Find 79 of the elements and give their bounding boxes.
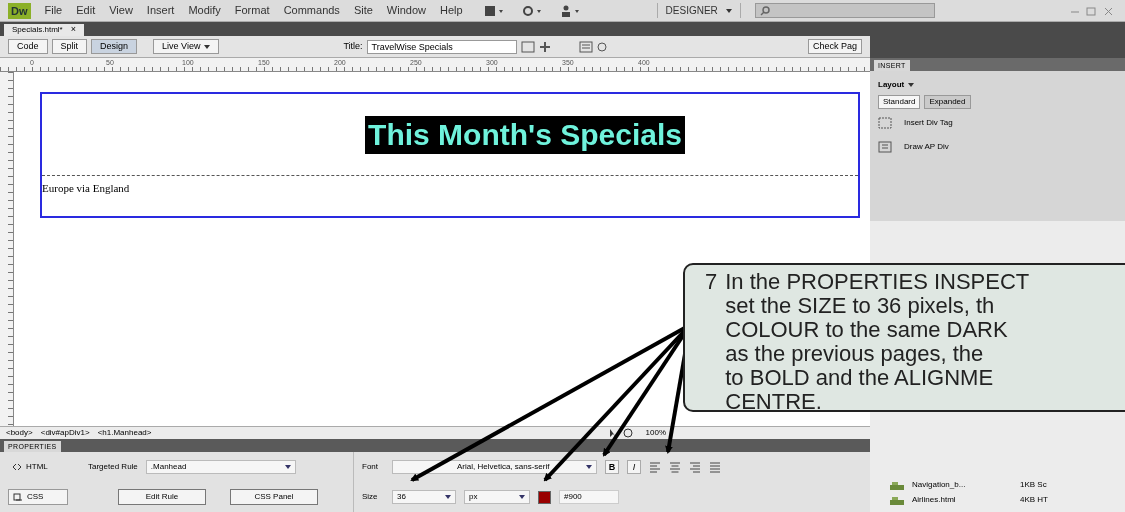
callout-text: to BOLD and the ALIGNME (725, 366, 995, 390)
caret-icon (586, 465, 592, 469)
document-icon (578, 40, 593, 53)
targeted-rule-dropdown[interactable]: .Manhead (145, 460, 296, 474)
caret-icon (908, 83, 915, 87)
ap-div-icon (878, 141, 892, 153)
tab-label[interactable]: Specials.html* (12, 24, 63, 36)
color-swatch[interactable] (538, 490, 551, 504)
mode-button[interactable]: CSS (8, 489, 68, 505)
css-icon (13, 493, 23, 501)
menu-item[interactable]: Window (386, 2, 426, 19)
file-icon (890, 495, 904, 505)
preview-icon (520, 40, 535, 53)
title-field[interactable]: TravelWise Specials (366, 39, 517, 54)
menu-item[interactable]: Commands (283, 2, 340, 19)
menu-item[interactable]: File (44, 2, 63, 19)
workspace-dropdown[interactable]: DESIGNER (656, 3, 741, 18)
insert-item[interactable]: Insert Div Tag (878, 113, 1117, 133)
css-panel-button[interactable]: CSS Panel (230, 489, 318, 505)
italic-button[interactable]: I (627, 460, 641, 474)
tag-selector[interactable]: <div#apDiv1> (38, 427, 92, 439)
align-center-icon (669, 460, 681, 474)
step-number: 7 (705, 270, 718, 296)
caret-icon (284, 465, 291, 469)
view-button[interactable]: Design (91, 39, 138, 54)
field-label: Size (362, 491, 379, 503)
callout-text: set the SIZE to 36 pixels, th (725, 294, 996, 318)
unit-dropdown[interactable]: px (464, 490, 530, 504)
check-page-button[interactable]: Check Pag (807, 39, 862, 54)
menu-item[interactable]: View (109, 2, 133, 19)
mode-tab[interactable]: Standard (878, 95, 921, 109)
menu-item[interactable]: Modify (188, 2, 221, 19)
search-icon (759, 5, 770, 16)
div-tag-icon (878, 117, 892, 129)
menu-item[interactable]: Insert (146, 2, 175, 19)
align-left-icon (649, 460, 661, 474)
size-field[interactable]: 36 (392, 490, 456, 504)
file-row[interactable]: Airlines.html 4KB HT (890, 494, 1125, 506)
page-heading: This Month's Specials (365, 115, 685, 154)
insert-item[interactable]: Draw AP Div (878, 137, 1117, 157)
caret-icon (445, 495, 451, 499)
caret-icon (519, 495, 525, 499)
live-view-button[interactable]: Live View (153, 39, 220, 54)
caret-icon (725, 8, 732, 13)
tag-selector[interactable]: <body> (4, 427, 35, 439)
menu-item[interactable]: Site (353, 2, 373, 19)
color-field[interactable]: #900 (559, 490, 619, 504)
view-button[interactable]: Split (51, 39, 88, 54)
bold-button[interactable]: B (605, 460, 619, 474)
menu-item[interactable]: Help (439, 2, 463, 19)
callout-text: COLOUR to the same DARK (725, 318, 1009, 342)
code-icon (12, 463, 22, 471)
menu-item[interactable]: Format (234, 2, 270, 19)
title-label: Title: (343, 39, 363, 53)
mode-tab[interactable]: Expanded (924, 95, 971, 109)
edit-rule-button[interactable]: Edit Rule (118, 489, 206, 505)
zoom-level[interactable]: 100% (645, 427, 666, 439)
field-label: Font (362, 461, 379, 473)
plus-icon (538, 40, 551, 53)
document-tab[interactable]: Specials.html* × (4, 24, 84, 36)
close-button[interactable]: × (70, 23, 76, 37)
callout-text: as the previous pages, the (725, 342, 985, 366)
category-dropdown[interactable]: Layout (878, 79, 915, 91)
mode-button[interactable]: HTML (8, 459, 68, 475)
tag-selector[interactable]: <h1.Manhead> (95, 427, 154, 439)
field-label: Targeted Rule (88, 461, 138, 473)
callout-text: CENTRE. (725, 390, 823, 414)
caret-icon (204, 44, 211, 49)
callout-text: In the PROPERTIES INSPECT (725, 270, 1030, 294)
view-button[interactable]: Code (8, 39, 48, 54)
font-dropdown[interactable]: Arial, Helvetica, sans-serif (392, 460, 597, 474)
app-logo: Dw (8, 2, 31, 19)
align-right-icon (689, 460, 701, 474)
file-icon (890, 480, 904, 490)
file-row[interactable]: Navigation_b... 1KB Sc (890, 479, 1125, 491)
menu-item[interactable]: Edit (76, 2, 96, 19)
search-field[interactable] (754, 3, 935, 18)
justify-icon (709, 460, 721, 474)
page-paragraph: Europe via England (42, 181, 131, 196)
